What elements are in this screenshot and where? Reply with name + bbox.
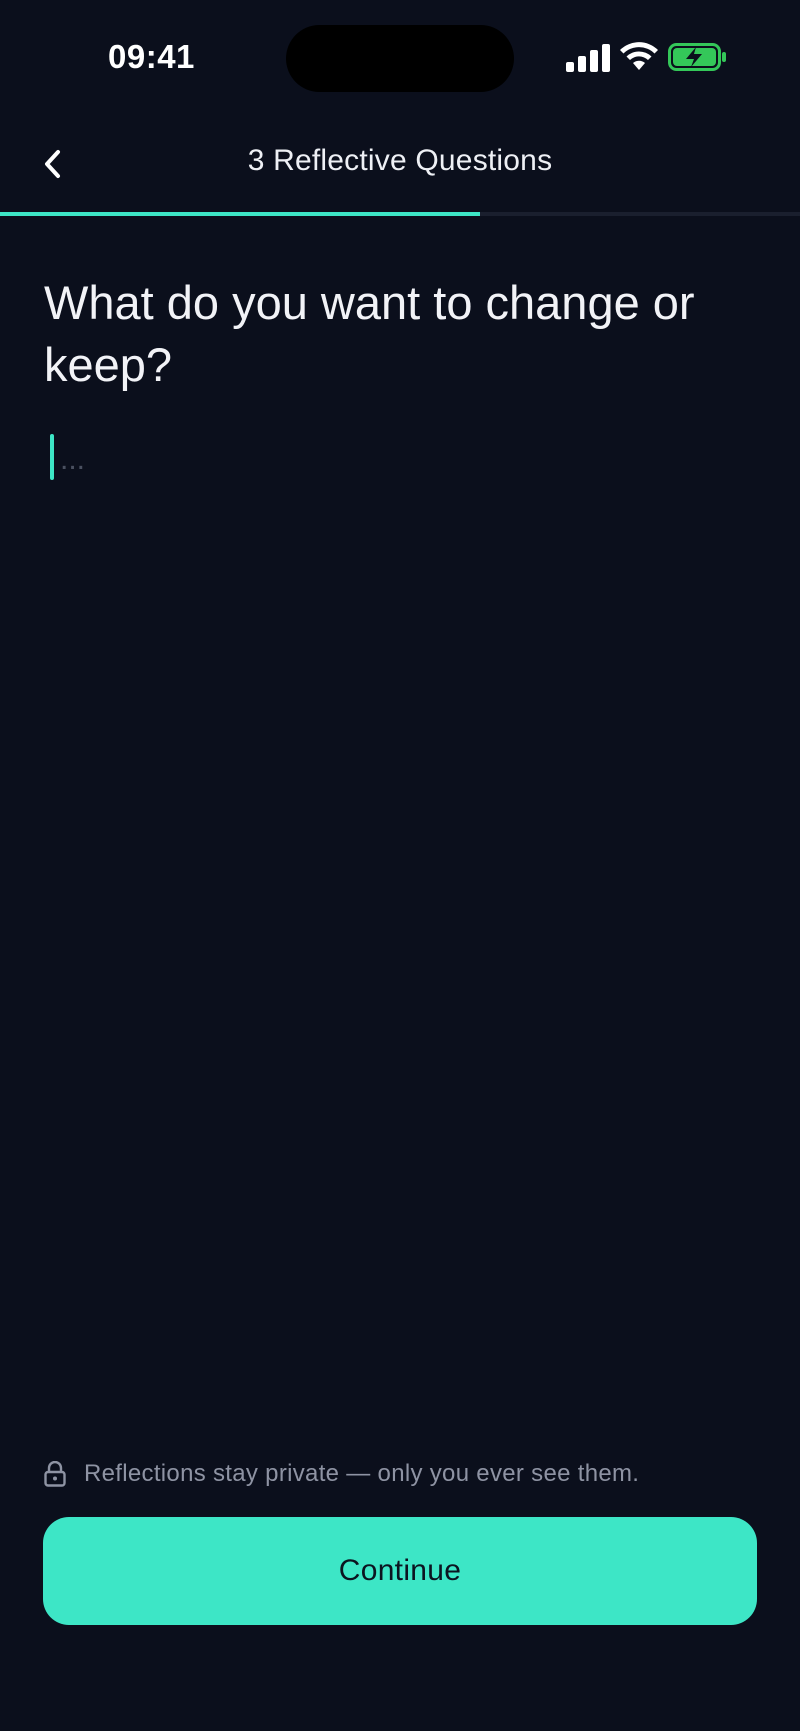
progress-fill	[0, 212, 480, 216]
continue-button[interactable]: Continue	[43, 1517, 757, 1625]
privacy-note: Reflections stay private — only you ever…	[44, 1458, 764, 1490]
question-heading: What do you want to change or keep?	[44, 276, 695, 391]
progress-bar	[0, 212, 800, 216]
dynamic-island	[286, 25, 514, 92]
continue-label: Continue	[338, 1554, 462, 1587]
battery-charging-icon	[668, 43, 726, 71]
page-title: 3 Reflective Questions	[247, 144, 553, 177]
reflection-screen: 09:41 3 Reflective Questions What do you…	[0, 0, 800, 1731]
answer-input[interactable]	[48, 430, 748, 490]
status-bar: 09:41	[0, 0, 800, 110]
header: 3 Reflective Questions	[0, 120, 800, 210]
status-time: 09:41	[108, 38, 195, 75]
lock-icon	[44, 1461, 66, 1487]
wifi-icon	[620, 42, 658, 70]
signal-icon	[566, 44, 610, 72]
privacy-text: Reflections stay private — only you ever…	[84, 1460, 640, 1487]
